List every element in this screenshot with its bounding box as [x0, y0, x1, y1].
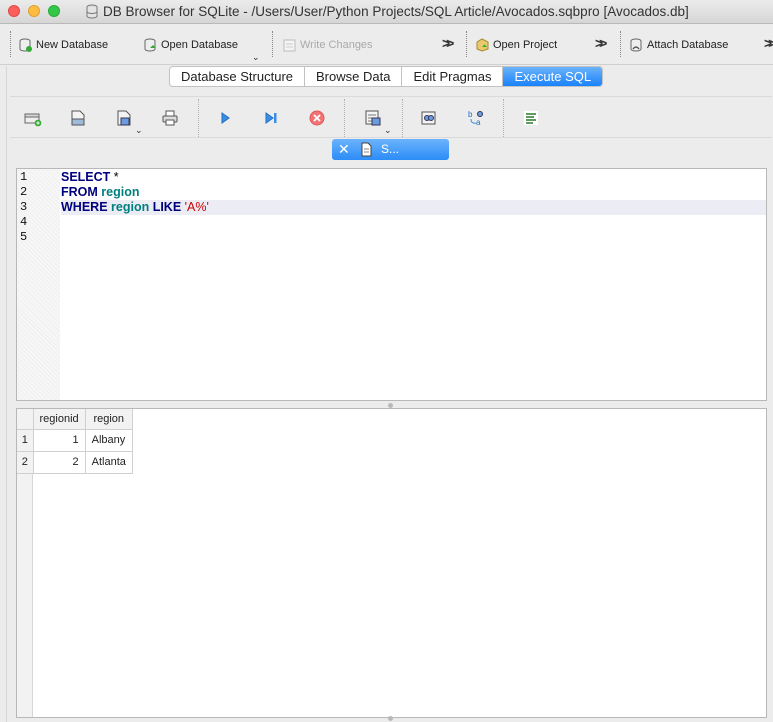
- cell-region[interactable]: Albany: [85, 429, 133, 452]
- minimize-window-button[interactable]: [28, 5, 40, 17]
- write-changes-button[interactable]: Write Changes: [283, 37, 373, 53]
- row-number[interactable]: 1: [17, 429, 34, 452]
- new-database-icon: [19, 38, 32, 52]
- sql-string: 'A%': [184, 200, 209, 214]
- results-grid[interactable]: regionid region 1 1 Albany 2 2 Atlanta: [16, 408, 767, 718]
- tab-execute-sql[interactable]: Execute SQL: [503, 67, 603, 86]
- sql-keyword: FROM: [61, 185, 98, 199]
- toolbar-separator: [344, 99, 345, 137]
- open-tab-icon[interactable]: [24, 109, 42, 127]
- attach-database-button[interactable]: Attach Database: [630, 37, 728, 53]
- sql-file-tab-label: S...: [381, 142, 400, 156]
- toolbar-separator: [402, 99, 403, 137]
- row-number[interactable]: 2: [17, 451, 34, 474]
- close-tab-icon[interactable]: ✕: [338, 141, 350, 158]
- line-number: 3: [20, 200, 28, 214]
- column-header-region[interactable]: region: [85, 409, 133, 430]
- open-database-icon: [144, 38, 156, 52]
- new-database-button[interactable]: New Database: [19, 37, 108, 53]
- code-line[interactable]: WHERE region LIKE 'A%': [61, 200, 766, 215]
- open-project-icon: [476, 38, 489, 52]
- open-sql-icon[interactable]: [69, 109, 87, 127]
- sql-text: *: [110, 170, 119, 184]
- sql-identifier: region: [111, 200, 150, 214]
- sql-keyword: SELECT: [61, 170, 111, 184]
- close-window-button[interactable]: [8, 5, 20, 17]
- sql-identifier: region: [101, 185, 140, 199]
- toolbar-grip[interactable]: [620, 31, 622, 57]
- open-database-dropdown-icon[interactable]: ⌄: [252, 52, 260, 63]
- save-results-dropdown-icon[interactable]: ⌄: [384, 125, 392, 136]
- sql-keyword: LIKE: [152, 200, 182, 214]
- grid-corner[interactable]: [17, 409, 34, 430]
- more-tools-icon[interactable]: >>: [595, 35, 608, 51]
- results-table: regionid region 1 1 Albany 2 2 Atlanta: [17, 409, 133, 474]
- code-line[interactable]: [61, 230, 766, 245]
- stop-icon[interactable]: [308, 109, 326, 127]
- cell-region[interactable]: Atlanta: [85, 451, 133, 474]
- toolbar-separator: [503, 99, 504, 137]
- toolbar-grip[interactable]: [10, 31, 12, 57]
- code-line[interactable]: SELECT *: [61, 170, 766, 185]
- svg-text:a: a: [476, 118, 481, 127]
- attach-database-label: Attach Database: [647, 39, 729, 51]
- code-line[interactable]: [61, 215, 766, 230]
- comment-icon[interactable]: [522, 109, 540, 127]
- save-results-icon[interactable]: [364, 109, 382, 127]
- database-icon: [86, 4, 98, 19]
- toolbar-separator: [272, 31, 274, 57]
- tab-browse-data[interactable]: Browse Data: [305, 67, 403, 86]
- table-row[interactable]: 2 2 Atlanta: [17, 451, 133, 474]
- execute-all-icon[interactable]: [216, 109, 234, 127]
- toolbar-grip[interactable]: [466, 31, 468, 57]
- sql-keyword: WHERE: [61, 200, 108, 214]
- sql-file-tab[interactable]: ✕ S...: [332, 139, 449, 160]
- print-icon[interactable]: [161, 109, 179, 127]
- more-tools-icon[interactable]: >>: [442, 35, 455, 51]
- svg-text:b: b: [468, 110, 473, 119]
- main-toolbar: New Database Open Database ⌄ Write Chang…: [0, 25, 773, 65]
- main-tabs: Database Structure Browse Data Edit Prag…: [169, 66, 604, 87]
- write-changes-icon: [283, 39, 296, 52]
- execute-line-icon[interactable]: [262, 109, 280, 127]
- line-numbers: 12345: [20, 170, 27, 245]
- line-number: 4: [20, 215, 28, 229]
- tab-database-structure[interactable]: Database Structure: [170, 67, 306, 86]
- bottom-splitter[interactable]: [388, 716, 393, 721]
- sql-code[interactable]: SELECT * FROM region WHERE region LIKE 'A%…: [61, 170, 766, 245]
- open-project-label: Open Project: [493, 39, 558, 51]
- open-database-label: Open Database: [161, 39, 239, 51]
- tab-edit-pragmas[interactable]: Edit Pragmas: [402, 67, 504, 86]
- window-title: DB Browser for SQLite - /Users/User/Pyth…: [103, 4, 689, 19]
- toolbar-separator: [198, 99, 199, 137]
- new-database-label: New Database: [36, 39, 109, 51]
- sql-toolbar: ⌄ ⌄ ba: [10, 96, 772, 138]
- sql-file-icon: [361, 142, 372, 157]
- cell-regionid[interactable]: 1: [33, 429, 86, 452]
- title-bar: DB Browser for SQLite - /Users/User/Pyth…: [0, 0, 773, 24]
- save-sql-dropdown-icon[interactable]: ⌄: [135, 125, 143, 136]
- line-number: 2: [20, 185, 28, 199]
- maximize-window-button[interactable]: [48, 5, 60, 17]
- attach-database-icon: [630, 38, 642, 52]
- table-row[interactable]: 1 1 Albany: [17, 429, 133, 452]
- line-number: 1: [20, 170, 28, 184]
- cell-regionid[interactable]: 2: [33, 451, 86, 474]
- write-changes-label: Write Changes: [300, 39, 373, 51]
- open-project-button[interactable]: Open Project: [476, 37, 557, 53]
- find-replace-icon[interactable]: ba: [467, 109, 485, 127]
- save-sql-icon[interactable]: [115, 109, 133, 127]
- code-line[interactable]: FROM region: [61, 185, 766, 200]
- find-icon[interactable]: [420, 109, 438, 127]
- line-number-gutter: 12345: [17, 169, 60, 400]
- sql-editor[interactable]: 12345 SELECT * FROM region WHERE region LI…: [16, 168, 767, 401]
- more-tools-icon[interactable]: >>: [764, 35, 773, 51]
- line-number: 5: [20, 230, 28, 244]
- column-header-regionid[interactable]: regionid: [33, 409, 86, 430]
- open-database-button[interactable]: Open Database: [144, 37, 238, 53]
